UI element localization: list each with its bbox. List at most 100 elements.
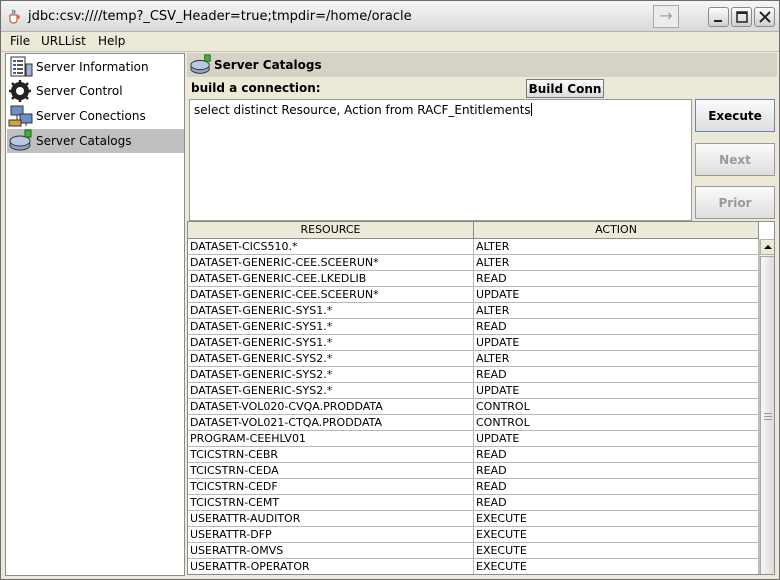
cell-resource[interactable]: USERATTR-OPERATOR — [188, 559, 474, 574]
cell-resource[interactable]: DATASET-GENERIC-SYS2.* — [188, 383, 474, 398]
table-row[interactable]: DATASET-GENERIC-SYS1.* UPDATE — [188, 335, 759, 351]
cell-resource[interactable]: DATASET-GENERIC-SYS2.* — [188, 351, 474, 366]
nav-label: Server Control — [36, 84, 123, 98]
cell-resource[interactable]: DATASET-GENERIC-SYS1.* — [188, 335, 474, 350]
cell-action[interactable]: READ — [474, 479, 759, 494]
server-nav-panel: Server Information Server Control Server… — [5, 53, 185, 576]
cell-action[interactable]: CONTROL — [474, 399, 759, 414]
cell-action[interactable]: UPDATE — [474, 383, 759, 398]
menu-urllist[interactable]: URLList — [41, 34, 86, 48]
scroll-thumb[interactable] — [760, 256, 774, 574]
table-row[interactable]: USERATTR-AUDITOR EXECUTE — [188, 511, 759, 527]
grip-icon — [764, 413, 772, 420]
server-connections-icon — [8, 105, 33, 127]
table-row[interactable]: USERATTR-OMVS EXECUTE — [188, 543, 759, 559]
menu-help[interactable]: Help — [98, 34, 125, 48]
title-bar: jdbc:csv:////temp?_CSV_Header=true;tmpdi… — [1, 1, 779, 32]
table-row[interactable]: PROGRAM-CEEHLV01 UPDATE — [188, 431, 759, 447]
cell-resource[interactable]: PROGRAM-CEEHLV01 — [188, 431, 474, 446]
table-row[interactable]: DATASET-VOL020-CVQA.PRODDATA CONTROL — [188, 399, 759, 415]
cell-action[interactable]: EXECUTE — [474, 511, 759, 526]
arrow-right-icon: → — [659, 6, 673, 25]
cell-resource[interactable]: USERATTR-DFP — [188, 527, 474, 542]
server-catalogs-icon — [190, 54, 211, 74]
cell-action[interactable]: READ — [474, 319, 759, 334]
column-header-action[interactable]: ACTION — [474, 222, 759, 238]
table-row[interactable]: DATASET-GENERIC-CEE.LKEDLIB READ — [188, 271, 759, 287]
column-header-resource[interactable]: RESOURCE — [188, 222, 474, 238]
cell-action[interactable]: EXECUTE — [474, 559, 759, 574]
cell-resource[interactable]: DATASET-GENERIC-SYS2.* — [188, 367, 474, 382]
cell-action[interactable]: UPDATE — [474, 335, 759, 350]
table-row[interactable]: USERATTR-OPERATOR EXECUTE — [188, 559, 759, 574]
cell-resource[interactable]: TCICSTRN-CEDF — [188, 479, 474, 494]
table-row[interactable]: TCICSTRN-CEBR READ — [188, 447, 759, 463]
window-title: jdbc:csv:////temp?_CSV_Header=true;tmpdi… — [28, 9, 412, 24]
table-row[interactable]: DATASET-GENERIC-SYS1.* READ — [188, 319, 759, 335]
prior-button[interactable]: Prior — [695, 186, 775, 219]
forward-arrow-button[interactable]: → — [653, 5, 679, 28]
table-row[interactable]: TCICSTRN-CEMT READ — [188, 495, 759, 511]
nav-item-server-catalogs[interactable]: Server Catalogs — [7, 129, 184, 153]
menu-file[interactable]: File — [10, 34, 30, 48]
table-row[interactable]: USERATTR-DFP EXECUTE — [188, 527, 759, 543]
cell-action[interactable]: READ — [474, 495, 759, 510]
table-row[interactable]: DATASET-GENERIC-SYS2.* UPDATE — [188, 383, 759, 399]
menu-bar: File URLList Help — [1, 32, 779, 52]
cell-resource[interactable]: USERATTR-AUDITOR — [188, 511, 474, 526]
cell-action[interactable]: EXECUTE — [474, 543, 759, 558]
table-row[interactable]: DATASET-GENERIC-SYS2.* READ — [188, 367, 759, 383]
table-row[interactable]: DATASET-CICS510.* ALTER — [188, 239, 759, 255]
arrow-up-icon — [764, 245, 772, 249]
cell-resource[interactable]: USERATTR-OMVS — [188, 543, 474, 558]
build-conn-button[interactable]: Build Conn — [526, 79, 604, 98]
cell-resource[interactable]: DATASET-GENERIC-CEE.LKEDLIB — [188, 271, 474, 286]
table-row[interactable]: TCICSTRN-CEDF READ — [188, 479, 759, 495]
table-row[interactable]: DATASET-VOL021-CTQA.PRODDATA CONTROL — [188, 415, 759, 431]
cell-action[interactable]: EXECUTE — [474, 527, 759, 542]
table-row[interactable]: DATASET-GENERIC-SYS2.* ALTER — [188, 351, 759, 367]
cell-action[interactable]: READ — [474, 367, 759, 382]
cell-action[interactable]: READ — [474, 463, 759, 478]
cell-resource[interactable]: DATASET-VOL021-CTQA.PRODDATA — [188, 415, 474, 430]
cell-resource[interactable]: DATASET-GENERIC-SYS1.* — [188, 303, 474, 318]
cell-action[interactable]: ALTER — [474, 239, 759, 254]
nav-item-server-control[interactable]: Server Control — [7, 79, 184, 103]
execute-button[interactable]: Execute — [695, 99, 775, 132]
close-icon — [759, 11, 771, 23]
vertical-scrollbar[interactable] — [759, 239, 774, 574]
cell-action[interactable]: UPDATE — [474, 287, 759, 302]
server-info-icon — [10, 56, 33, 77]
cell-resource[interactable]: TCICSTRN-CEMT — [188, 495, 474, 510]
nav-label: Server Information — [36, 60, 149, 74]
table-row[interactable]: DATASET-GENERIC-CEE.SCEERUN* ALTER — [188, 255, 759, 271]
cell-resource[interactable]: DATASET-GENERIC-CEE.SCEERUN* — [188, 287, 474, 302]
cell-resource[interactable]: TCICSTRN-CEBR — [188, 447, 474, 462]
table-header: RESOURCE ACTION — [188, 222, 759, 239]
cell-action[interactable]: ALTER — [474, 303, 759, 318]
cell-resource[interactable]: DATASET-VOL020-CVQA.PRODDATA — [188, 399, 474, 414]
next-button[interactable]: Next — [695, 143, 775, 176]
cell-action[interactable]: READ — [474, 271, 759, 286]
sql-query-input[interactable]: select distinct Resource, Action from RA… — [189, 99, 692, 221]
minimize-button[interactable] — [708, 7, 729, 27]
table-row[interactable]: DATASET-GENERIC-CEE.SCEERUN* UPDATE — [188, 287, 759, 303]
cell-action[interactable]: UPDATE — [474, 431, 759, 446]
table-row[interactable]: DATASET-GENERIC-SYS1.* ALTER — [188, 303, 759, 319]
maximize-button[interactable] — [731, 7, 752, 27]
nav-item-server-conections[interactable]: Server Conections — [7, 104, 184, 128]
cell-action[interactable]: READ — [474, 447, 759, 462]
cell-action[interactable]: ALTER — [474, 351, 759, 366]
cell-action[interactable]: CONTROL — [474, 415, 759, 430]
cell-resource[interactable]: DATASET-CICS510.* — [188, 239, 474, 254]
nav-item-server-information[interactable]: Server Information — [7, 55, 184, 79]
cell-action[interactable]: ALTER — [474, 255, 759, 270]
cell-resource[interactable]: TCICSTRN-CEDA — [188, 463, 474, 478]
cell-resource[interactable]: DATASET-GENERIC-CEE.SCEERUN* — [188, 255, 474, 270]
section-title: Server Catalogs — [214, 58, 322, 72]
cell-resource[interactable]: DATASET-GENERIC-SYS1.* — [188, 319, 474, 334]
close-button[interactable] — [754, 7, 775, 27]
table-row[interactable]: TCICSTRN-CEDA READ — [188, 463, 759, 479]
catalog-panel: Server Catalogs build a connection: Buil… — [187, 53, 777, 576]
scroll-up-button[interactable] — [760, 239, 774, 255]
